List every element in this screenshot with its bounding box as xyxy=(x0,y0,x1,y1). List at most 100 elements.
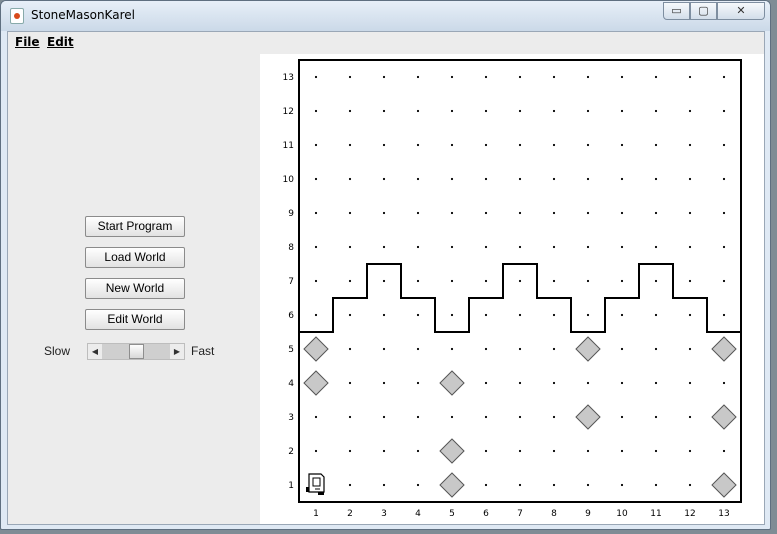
corner-dot xyxy=(484,245,488,249)
corner-dot xyxy=(416,449,420,453)
corner-dot xyxy=(314,449,318,453)
corner-dot xyxy=(416,109,420,113)
corner-dot xyxy=(416,279,420,283)
karel-world-panel: 1 2 3 4 5 6 7 8 9 10 11 12 13 1 2 3 4 5 6 7 8 9 10 11 12 13 xyxy=(260,54,764,524)
column-label: 10 xyxy=(616,509,628,519)
corner-dot xyxy=(654,177,658,181)
corner-dot xyxy=(348,381,352,385)
minimize-button[interactable]: ▭ xyxy=(663,2,690,20)
corner-dot xyxy=(348,313,352,317)
corner-dot xyxy=(382,75,386,79)
column-label: 12 xyxy=(684,509,695,519)
column-label: 11 xyxy=(650,509,661,519)
slider-left-arrow-icon[interactable]: ◀ xyxy=(88,344,102,359)
corner-dot xyxy=(654,483,658,487)
menu-edit[interactable]: Edit xyxy=(47,35,74,49)
corner-dot xyxy=(450,347,454,351)
corner-dot xyxy=(382,483,386,487)
title-bar[interactable]: StoneMasonKarel ▭ ▢ ✕ xyxy=(1,1,770,31)
corner-dot xyxy=(586,109,590,113)
edit-world-button[interactable]: Edit World xyxy=(85,309,185,330)
column-label: 6 xyxy=(483,509,489,519)
corner-dot xyxy=(314,177,318,181)
corner-dot xyxy=(552,177,556,181)
corner-dot xyxy=(552,279,556,283)
column-label: 2 xyxy=(347,509,353,519)
corner-dot xyxy=(416,177,420,181)
corner-dot xyxy=(518,279,522,283)
corner-dot xyxy=(620,143,624,147)
row-label: 6 xyxy=(288,311,294,321)
corner-dot xyxy=(348,347,352,351)
corner-dot xyxy=(484,143,488,147)
beeper-icon xyxy=(439,370,465,396)
row-label: 10 xyxy=(283,175,295,185)
corner-dot xyxy=(654,449,658,453)
column-label: 1 xyxy=(313,509,319,519)
load-world-button[interactable]: Load World xyxy=(85,247,185,268)
corner-dot xyxy=(586,313,590,317)
row-label: 12 xyxy=(283,107,294,117)
corner-dot xyxy=(722,211,726,215)
row-label: 13 xyxy=(283,73,294,83)
corner-dot xyxy=(688,245,692,249)
beeper-icon xyxy=(303,370,329,396)
window-title: StoneMasonKarel xyxy=(31,8,135,22)
speed-slider[interactable]: ◀ ▶ xyxy=(87,343,185,360)
corner-dot xyxy=(416,313,420,317)
corner-dot xyxy=(552,245,556,249)
close-button[interactable]: ✕ xyxy=(717,2,765,20)
row-label: 2 xyxy=(288,447,294,457)
slider-thumb[interactable] xyxy=(128,344,144,359)
corner-dot xyxy=(620,415,624,419)
corner-dot xyxy=(552,313,556,317)
beeper-icon xyxy=(303,336,329,362)
corner-dot xyxy=(484,449,488,453)
corner-dot xyxy=(722,279,726,283)
corner-dot xyxy=(552,415,556,419)
corner-dot xyxy=(348,211,352,215)
corner-dot xyxy=(450,211,454,215)
corner-dot xyxy=(586,279,590,283)
corner-dot xyxy=(586,245,590,249)
row-label: 8 xyxy=(288,243,294,253)
corner-dot xyxy=(620,109,624,113)
maximize-button[interactable]: ▢ xyxy=(690,2,717,20)
corner-dot xyxy=(552,347,556,351)
beeper-icon xyxy=(711,404,737,430)
java-app-icon xyxy=(10,8,24,24)
corner-dot xyxy=(722,381,726,385)
corner-dot xyxy=(348,483,352,487)
corner-dot xyxy=(518,245,522,249)
corner-dot xyxy=(348,143,352,147)
corner-dot xyxy=(314,109,318,113)
row-label: 7 xyxy=(288,277,294,287)
corner-dot xyxy=(382,177,386,181)
corner-dot xyxy=(484,211,488,215)
corner-dot xyxy=(416,483,420,487)
speed-slow-label: Slow xyxy=(44,344,71,358)
corner-dot xyxy=(416,211,420,215)
corner-dot xyxy=(620,483,624,487)
beeper-icon xyxy=(575,404,601,430)
corner-dot xyxy=(722,143,726,147)
corner-dot xyxy=(654,143,658,147)
control-panel: Start Program Load World New World Edit … xyxy=(8,54,260,524)
corner-dot xyxy=(518,483,522,487)
corner-dot xyxy=(314,75,318,79)
corner-dot xyxy=(484,75,488,79)
corner-dot xyxy=(382,313,386,317)
beeper-icon xyxy=(711,336,737,362)
new-world-button[interactable]: New World xyxy=(85,278,185,299)
corner-dot xyxy=(586,75,590,79)
corner-dot xyxy=(450,415,454,419)
corner-dot xyxy=(518,449,522,453)
slider-right-arrow-icon[interactable]: ▶ xyxy=(170,344,184,359)
corner-dot xyxy=(722,245,726,249)
start-program-button[interactable]: Start Program xyxy=(85,216,185,237)
corner-dot xyxy=(688,75,692,79)
corner-dot xyxy=(348,279,352,283)
menu-file[interactable]: File xyxy=(15,35,40,49)
karel-world-canvas[interactable]: 123456789101112131 2 3 4 5 6 7 8 9 10 11 12 13 xyxy=(260,54,764,524)
corner-dot xyxy=(518,381,522,385)
